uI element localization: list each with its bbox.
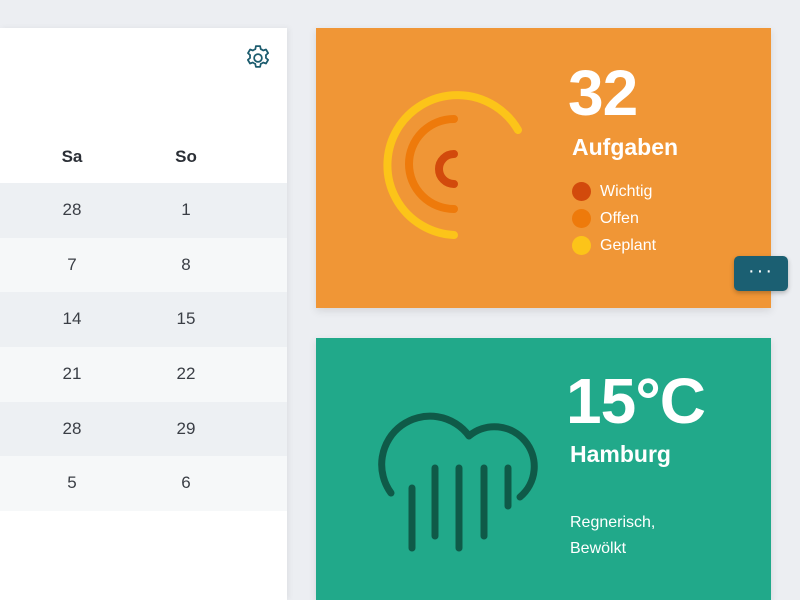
tasks-card[interactable]: 32 Aufgaben Wichtig Offen Geplant: [316, 28, 771, 308]
weather-condition: Regnerisch, Bewölkt: [570, 510, 655, 562]
tasks-progress-icon: [383, 91, 522, 239]
temperature: 15°C: [566, 365, 706, 437]
calendar-day[interactable]: 14: [42, 292, 102, 347]
legend-label: Wichtig: [600, 183, 653, 200]
city-name: Hamburg: [570, 441, 671, 467]
weekday-header-saturday: Sa: [61, 147, 83, 166]
legend-dot-icon: [572, 182, 591, 201]
calendar-day[interactable]: 22: [156, 347, 216, 402]
calendar-day[interactable]: 8: [156, 238, 216, 293]
weather-card[interactable]: 15°C Hamburg Regnerisch, Bewölkt: [316, 338, 771, 600]
more-options-button[interactable]: ···: [734, 256, 788, 291]
legend-item-wichtig: Wichtig: [572, 178, 656, 205]
calendar-day[interactable]: 7: [42, 238, 102, 293]
calendar-week-row: 28 1: [0, 183, 287, 238]
calendar-day[interactable]: 1: [156, 183, 216, 238]
calendar-day[interactable]: 5: [42, 456, 102, 511]
weekday-header-sunday: So: [175, 147, 197, 166]
legend-item-geplant: Geplant: [572, 232, 656, 259]
calendar-header: Sa So: [0, 138, 287, 176]
gear-icon: [247, 45, 269, 68]
calendar-day[interactable]: 29: [156, 402, 216, 457]
calendar-day[interactable]: 28: [42, 402, 102, 457]
legend-label: Geplant: [600, 237, 657, 254]
tasks-count: 32: [568, 57, 638, 129]
legend-dot-icon: [572, 209, 591, 228]
legend-dot-icon: [572, 236, 591, 255]
calendar-panel: Sa So 28 1 7 8 14 15 21 22 28 29 5 6: [0, 28, 287, 600]
weather-condition-line: Regnerisch,: [570, 514, 656, 531]
calendar-week-row: 14 15: [0, 292, 287, 348]
calendar-day[interactable]: 28: [42, 183, 102, 238]
calendar-day[interactable]: 15: [156, 292, 216, 347]
calendar-day[interactable]: 21: [42, 347, 102, 402]
tasks-legend: Wichtig Offen Geplant: [572, 178, 656, 259]
calendar-day[interactable]: 6: [156, 456, 216, 511]
weather-condition-line: Bewölkt: [570, 540, 627, 557]
calendar-grid: 28 1 7 8 14 15 21 22 28 29 5 6: [0, 183, 287, 512]
legend-label: Offen: [600, 210, 639, 227]
calendar-week-row: 5 6: [0, 456, 287, 512]
cloud-rain-icon: [378, 412, 538, 552]
calendar-week-row: 7 8: [0, 237, 287, 293]
calendar-week-row: 21 22: [0, 347, 287, 402]
tasks-label: Aufgaben: [572, 134, 679, 160]
legend-item-offen: Offen: [572, 205, 656, 232]
settings-button[interactable]: [243, 43, 273, 73]
calendar-week-row: 28 29: [0, 401, 287, 457]
